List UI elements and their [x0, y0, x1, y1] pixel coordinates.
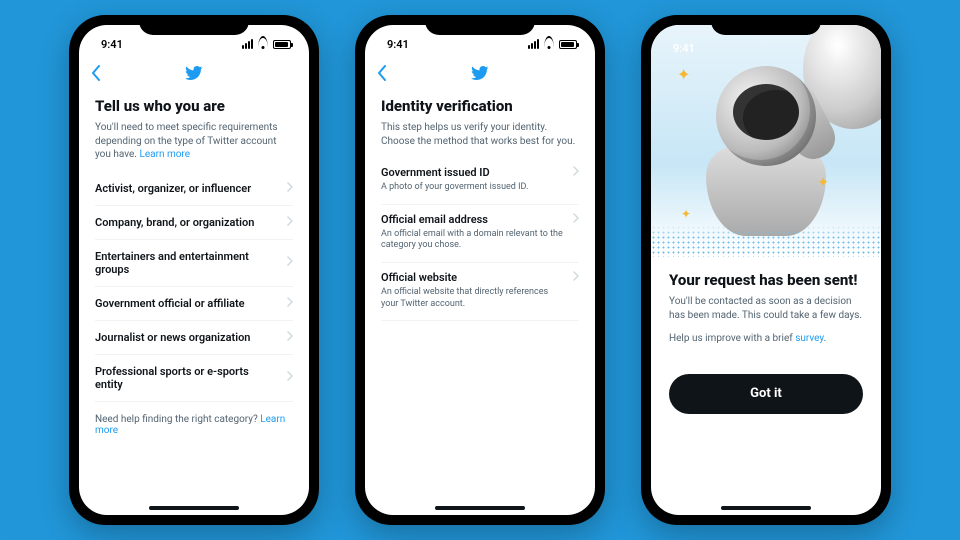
sparkle-icon: ✦	[817, 175, 829, 191]
home-indicator	[721, 506, 811, 510]
twitter-logo-icon	[471, 64, 489, 86]
sparkle-icon: ✦	[681, 207, 691, 221]
home-indicator	[149, 506, 239, 510]
category-label: Activist, organizer, or influencer	[95, 182, 279, 195]
category-label: Journalist or news organization	[95, 331, 279, 344]
phone-frame-1: 9:41 Tell us who you are You'll need to …	[69, 15, 319, 525]
option-label: Government issued ID	[381, 166, 565, 179]
screen-2: 9:41 Identity verification This step hel…	[365, 25, 595, 515]
phone-frame-2: 9:41 Identity verification This step hel…	[355, 15, 605, 525]
wifi-icon	[257, 40, 269, 49]
battery-icon	[273, 40, 291, 49]
category-row[interactable]: Activist, organizer, or influencer	[95, 172, 293, 206]
survey-link[interactable]: survey	[795, 333, 823, 344]
verification-option[interactable]: Government issued ID A photo of your gov…	[381, 158, 579, 205]
category-label: Entertainers and entertainment groups	[95, 250, 279, 276]
chevron-right-icon	[287, 331, 293, 344]
signal-icon	[242, 39, 253, 49]
got-it-button[interactable]: Got it	[669, 374, 863, 414]
option-label: Official website	[381, 271, 565, 284]
screen-3: 9:41 ✦ ✦ ✦ Your request has been sent!	[651, 25, 881, 515]
category-row[interactable]: Entertainers and entertainment groups	[95, 240, 293, 287]
survey-prompt: Help us improve with a brief survey.	[669, 332, 863, 346]
status-time: 9:41	[101, 38, 123, 51]
option-description: An official website that directly refere…	[381, 287, 579, 310]
category-row[interactable]: Government official or affiliate	[95, 287, 293, 321]
page-subtitle: You'll need to meet specific requirement…	[95, 121, 293, 162]
option-description: An official email with a domain relevant…	[381, 229, 579, 252]
page-title: Tell us who you are	[95, 97, 293, 115]
home-indicator	[435, 506, 525, 510]
status-icons	[528, 39, 577, 49]
screen-1: 9:41 Tell us who you are You'll need to …	[79, 25, 309, 515]
chevron-right-icon	[287, 297, 293, 310]
category-row[interactable]: Journalist or news organization	[95, 321, 293, 355]
wifi-icon	[543, 40, 555, 49]
status-icons	[242, 39, 291, 49]
back-button[interactable]	[91, 65, 101, 85]
category-row[interactable]: Company, brand, or organization	[95, 206, 293, 240]
content-area: Tell us who you are You'll need to meet …	[79, 91, 309, 515]
category-label: Professional sports or e-sports entity	[95, 365, 279, 391]
content-area: Your request has been sent! You'll be co…	[651, 257, 881, 356]
chevron-right-icon	[287, 182, 293, 195]
verification-option[interactable]: Official email address An official email…	[381, 205, 579, 263]
status-time: 9:41	[673, 42, 695, 55]
chevron-right-icon	[573, 166, 579, 179]
signal-icon	[528, 39, 539, 49]
sparkle-icon: ✦	[677, 65, 690, 84]
verification-option[interactable]: Official website An official website tha…	[381, 263, 579, 321]
phone-frame-3: 9:41 ✦ ✦ ✦ Your request has been sent!	[641, 15, 891, 525]
chevron-right-icon	[287, 256, 293, 269]
content-area: Identity verification This step helps us…	[365, 91, 595, 515]
category-row[interactable]: Professional sports or e-sports entity	[95, 355, 293, 402]
astronaut-graphic	[691, 56, 841, 236]
chevron-right-icon	[287, 371, 293, 384]
option-description: A photo of your goverment issued ID.	[381, 182, 579, 194]
chevron-right-icon	[573, 271, 579, 284]
chevron-right-icon	[287, 216, 293, 229]
chevron-right-icon	[573, 213, 579, 226]
helper-text: Need help finding the right category? Le…	[95, 402, 293, 448]
hero-illustration: 9:41 ✦ ✦ ✦	[651, 25, 881, 257]
page-title: Identity verification	[381, 97, 579, 115]
notch	[711, 15, 821, 35]
status-time: 9:41	[387, 38, 409, 51]
page-subtitle: You'll be contacted as soon as a decisio…	[669, 295, 863, 322]
nav-bar	[365, 59, 595, 91]
notch	[425, 15, 535, 35]
halftone-strip	[651, 225, 881, 257]
back-button[interactable]	[377, 65, 387, 85]
category-label: Government official or affiliate	[95, 297, 279, 310]
page-subtitle: This step helps us verify your identity.…	[381, 121, 579, 148]
nav-bar	[79, 59, 309, 91]
battery-icon	[559, 40, 577, 49]
category-label: Company, brand, or organization	[95, 216, 279, 229]
option-label: Official email address	[381, 213, 565, 226]
notch	[139, 15, 249, 35]
page-title: Your request has been sent!	[669, 271, 863, 289]
learn-more-link[interactable]: Learn more	[139, 149, 190, 160]
twitter-logo-icon	[185, 64, 203, 86]
